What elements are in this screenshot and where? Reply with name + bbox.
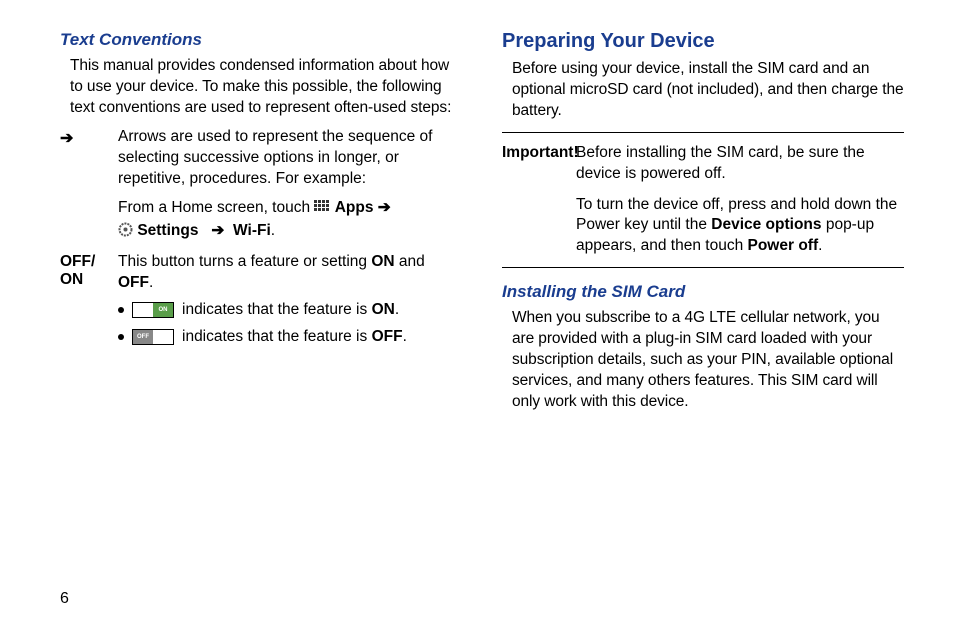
- offon-label: OFF/ ON: [60, 252, 118, 348]
- sim-card-heading: Installing the SIM Card: [502, 282, 904, 302]
- sim-card-body: When you subscribe to a 4G LTE cellular …: [502, 308, 904, 413]
- divider-top: [502, 132, 904, 133]
- offon-end: .: [149, 274, 153, 291]
- and-word: and: [395, 253, 425, 270]
- two-column-layout: Text Conventions This manual provides co…: [60, 30, 904, 421]
- preparing-intro: Before using your device, install the SI…: [502, 59, 904, 122]
- toggle-off-icon: OFF: [132, 329, 174, 345]
- example-block: From a Home screen, touch Apps ➔: [118, 196, 462, 243]
- toggle-on-icon: ON: [132, 302, 174, 318]
- power-off-text: Power off: [748, 237, 819, 254]
- important-p2: To turn the device off, press and hold d…: [576, 195, 904, 258]
- arrow-inline2-icon: ➔: [211, 222, 224, 239]
- right-column: Preparing Your Device Before using your …: [502, 30, 904, 421]
- apps-label: Apps: [335, 199, 374, 216]
- arrow-icon: ➔: [60, 130, 73, 147]
- bullet-on-row: ON indicates that the feature is ON.: [118, 300, 462, 321]
- offon-definition-row: OFF/ ON This button turns a feature or s…: [60, 252, 462, 348]
- wifi-label: Wi-Fi: [233, 222, 271, 239]
- important-label: Important!: [502, 144, 579, 161]
- settings-label: Settings: [137, 222, 198, 239]
- toggle-on-text: ON: [153, 303, 173, 317]
- text-conventions-heading: Text Conventions: [60, 30, 462, 50]
- toggle-off-text: OFF: [133, 330, 153, 344]
- offon-desc-text: This button turns a feature or setting: [118, 253, 371, 270]
- page-number: 6: [60, 590, 69, 608]
- left-column: Text Conventions This manual provides co…: [60, 30, 462, 421]
- arrow-symbol: ➔: [60, 127, 118, 242]
- apps-icon: [314, 200, 330, 214]
- intro-paragraph: This manual provides condensed informati…: [60, 56, 462, 119]
- arrow-desc-text: Arrows are used to represent the sequenc…: [118, 128, 433, 187]
- arrow-inline-icon: ➔: [378, 199, 391, 216]
- important-p1: Before installing the SIM card, be sure …: [576, 143, 904, 185]
- offon-label-line2: ON: [60, 271, 83, 288]
- bullet-icon: [118, 334, 124, 340]
- important-block: Important! Before installing the SIM car…: [502, 143, 904, 258]
- period: .: [271, 222, 275, 239]
- bullet-off-row: OFF indicates that the feature is OFF.: [118, 327, 462, 348]
- preparing-device-heading: Preparing Your Device: [502, 30, 904, 53]
- off-word: OFF: [118, 274, 149, 291]
- divider-bottom: [502, 267, 904, 268]
- arrow-definition-row: ➔ Arrows are used to represent the seque…: [60, 127, 462, 242]
- example-prefix: From a Home screen, touch: [118, 199, 314, 216]
- bullet-icon: [118, 307, 124, 313]
- offon-description: This button turns a feature or setting O…: [118, 252, 462, 348]
- device-options-text: Device options: [711, 216, 821, 233]
- offon-label-line1: OFF/: [60, 253, 95, 270]
- bullet-off-text: indicates that the feature is OFF.: [182, 327, 407, 348]
- arrow-description: Arrows are used to represent the sequenc…: [118, 127, 462, 242]
- settings-icon: [118, 221, 133, 236]
- on-word: ON: [371, 253, 394, 270]
- bullet-on-text: indicates that the feature is ON.: [182, 300, 399, 321]
